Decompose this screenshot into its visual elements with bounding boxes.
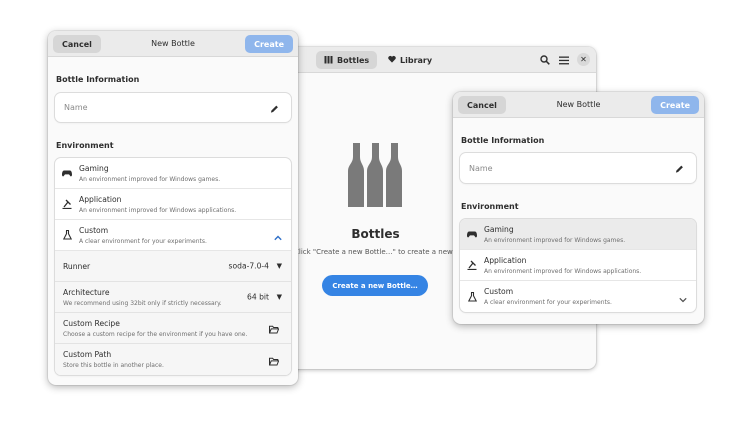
architecture-value: 64 bit — [247, 292, 269, 302]
environment-title: Gaming — [79, 164, 109, 173]
new-bottle-dialog-gaming: New Bottle Cancel Create Bottle Informat… — [453, 92, 704, 324]
tab-bottles[interactable]: Bottles — [316, 51, 378, 69]
name-placeholder: Name — [64, 103, 88, 112]
tab-library[interactable]: Library — [380, 51, 440, 69]
environment-row-gaming[interactable]: Gaming An environment improved for Windo… — [460, 219, 696, 250]
environment-subtitle: An environment improved for Windows appl… — [79, 207, 237, 214]
application-icon — [467, 260, 477, 270]
chevron-down-icon[interactable] — [679, 287, 687, 306]
runner-value: soda-7.0-4 — [228, 261, 269, 271]
heart-icon — [388, 55, 396, 65]
close-icon[interactable]: ✕ — [577, 53, 590, 66]
folder-open-icon[interactable] — [268, 319, 280, 338]
gamepad-icon — [62, 168, 72, 178]
dropdown-arrow-icon: ▼ — [276, 293, 282, 301]
name-placeholder: Name — [469, 163, 493, 173]
architecture-description: We recommend using 32bit only if strictl… — [63, 300, 222, 307]
bottles-logo-icon — [346, 143, 406, 211]
environment-heading: Environment — [461, 202, 519, 211]
environment-subtitle: An environment improved for Windows appl… — [484, 268, 642, 275]
custom-path-description: Store this bottle in another place. — [63, 362, 164, 369]
name-field[interactable]: Name — [55, 93, 291, 122]
dialog-headerbar: New Bottle Cancel Create — [453, 92, 704, 118]
environment-row-custom[interactable]: Custom A clear environment for your expe… — [460, 281, 696, 312]
tab-library-label: Library — [400, 55, 433, 65]
cancel-button[interactable]: Cancel — [458, 96, 506, 114]
environment-row-gaming[interactable]: Gaming An environment improved for Windo… — [55, 158, 291, 189]
environment-title: Application — [79, 195, 122, 204]
environment-title: Custom — [484, 287, 514, 296]
custom-recipe-label: Custom Recipe — [63, 319, 120, 328]
custom-path-row[interactable]: Custom Path Store this bottle in another… — [55, 344, 291, 375]
folder-open-icon[interactable] — [268, 350, 280, 369]
menu-icon[interactable] — [556, 52, 572, 68]
runner-row[interactable]: Runner soda-7.0-4 ▼ — [55, 251, 291, 282]
bottle-information-heading: Bottle Information — [461, 136, 545, 145]
environment-subtitle: An environment improved for Windows game… — [79, 176, 221, 183]
name-field[interactable]: Name — [460, 153, 696, 183]
environment-list: Gaming An environment improved for Windo… — [460, 219, 696, 312]
environment-row-application[interactable]: Application An environment improved for … — [55, 189, 291, 220]
bottle-information-heading: Bottle Information — [56, 75, 140, 84]
tab-bottles-label: Bottles — [337, 55, 370, 65]
pencil-icon — [270, 98, 279, 117]
bottles-icon — [324, 55, 333, 66]
application-icon — [62, 199, 72, 209]
environment-subtitle: An environment improved for Windows game… — [484, 237, 626, 244]
environment-row-custom[interactable]: Custom A clear environment for your expe… — [55, 220, 291, 251]
custom-recipe-row[interactable]: Custom Recipe Choose a custom recipe for… — [55, 313, 291, 344]
main-page-subtitle: Click "Create a new Bottle…" to create a… — [294, 248, 478, 256]
environment-subtitle: A clear environment for your experiments… — [484, 299, 612, 306]
create-button[interactable]: Create — [245, 35, 293, 53]
environment-title: Gaming — [484, 225, 514, 234]
main-headerbar: Bottles Library ✕ — [258, 47, 596, 73]
environment-title: Custom — [79, 226, 109, 235]
environment-list: Gaming An environment improved for Windo… — [55, 158, 291, 375]
custom-path-label: Custom Path — [63, 350, 112, 359]
custom-recipe-description: Choose a custom recipe for the environme… — [63, 331, 248, 338]
new-bottle-dialog-custom: New Bottle Cancel Create Bottle Informat… — [48, 31, 298, 385]
environment-heading: Environment — [56, 141, 114, 150]
flask-icon — [62, 230, 72, 240]
environment-subtitle: A clear environment for your experiments… — [79, 238, 207, 245]
pencil-icon — [675, 159, 684, 178]
dialog-headerbar: New Bottle Cancel Create — [48, 31, 298, 57]
chevron-up-icon[interactable] — [274, 226, 282, 245]
architecture-label: Architecture — [63, 288, 110, 297]
flask-icon — [467, 291, 477, 302]
search-icon[interactable] — [537, 52, 553, 68]
cancel-button[interactable]: Cancel — [53, 35, 101, 53]
create-button[interactable]: Create — [651, 96, 699, 114]
environment-row-application[interactable]: Application An environment improved for … — [460, 250, 696, 281]
runner-label: Runner — [63, 262, 91, 271]
create-new-bottle-button[interactable]: Create a new Bottle… — [322, 275, 428, 296]
architecture-row[interactable]: Architecture We recommend using 32bit on… — [55, 282, 291, 313]
environment-title: Application — [484, 256, 527, 265]
dropdown-arrow-icon: ▼ — [276, 262, 282, 270]
gamepad-icon — [467, 229, 477, 239]
